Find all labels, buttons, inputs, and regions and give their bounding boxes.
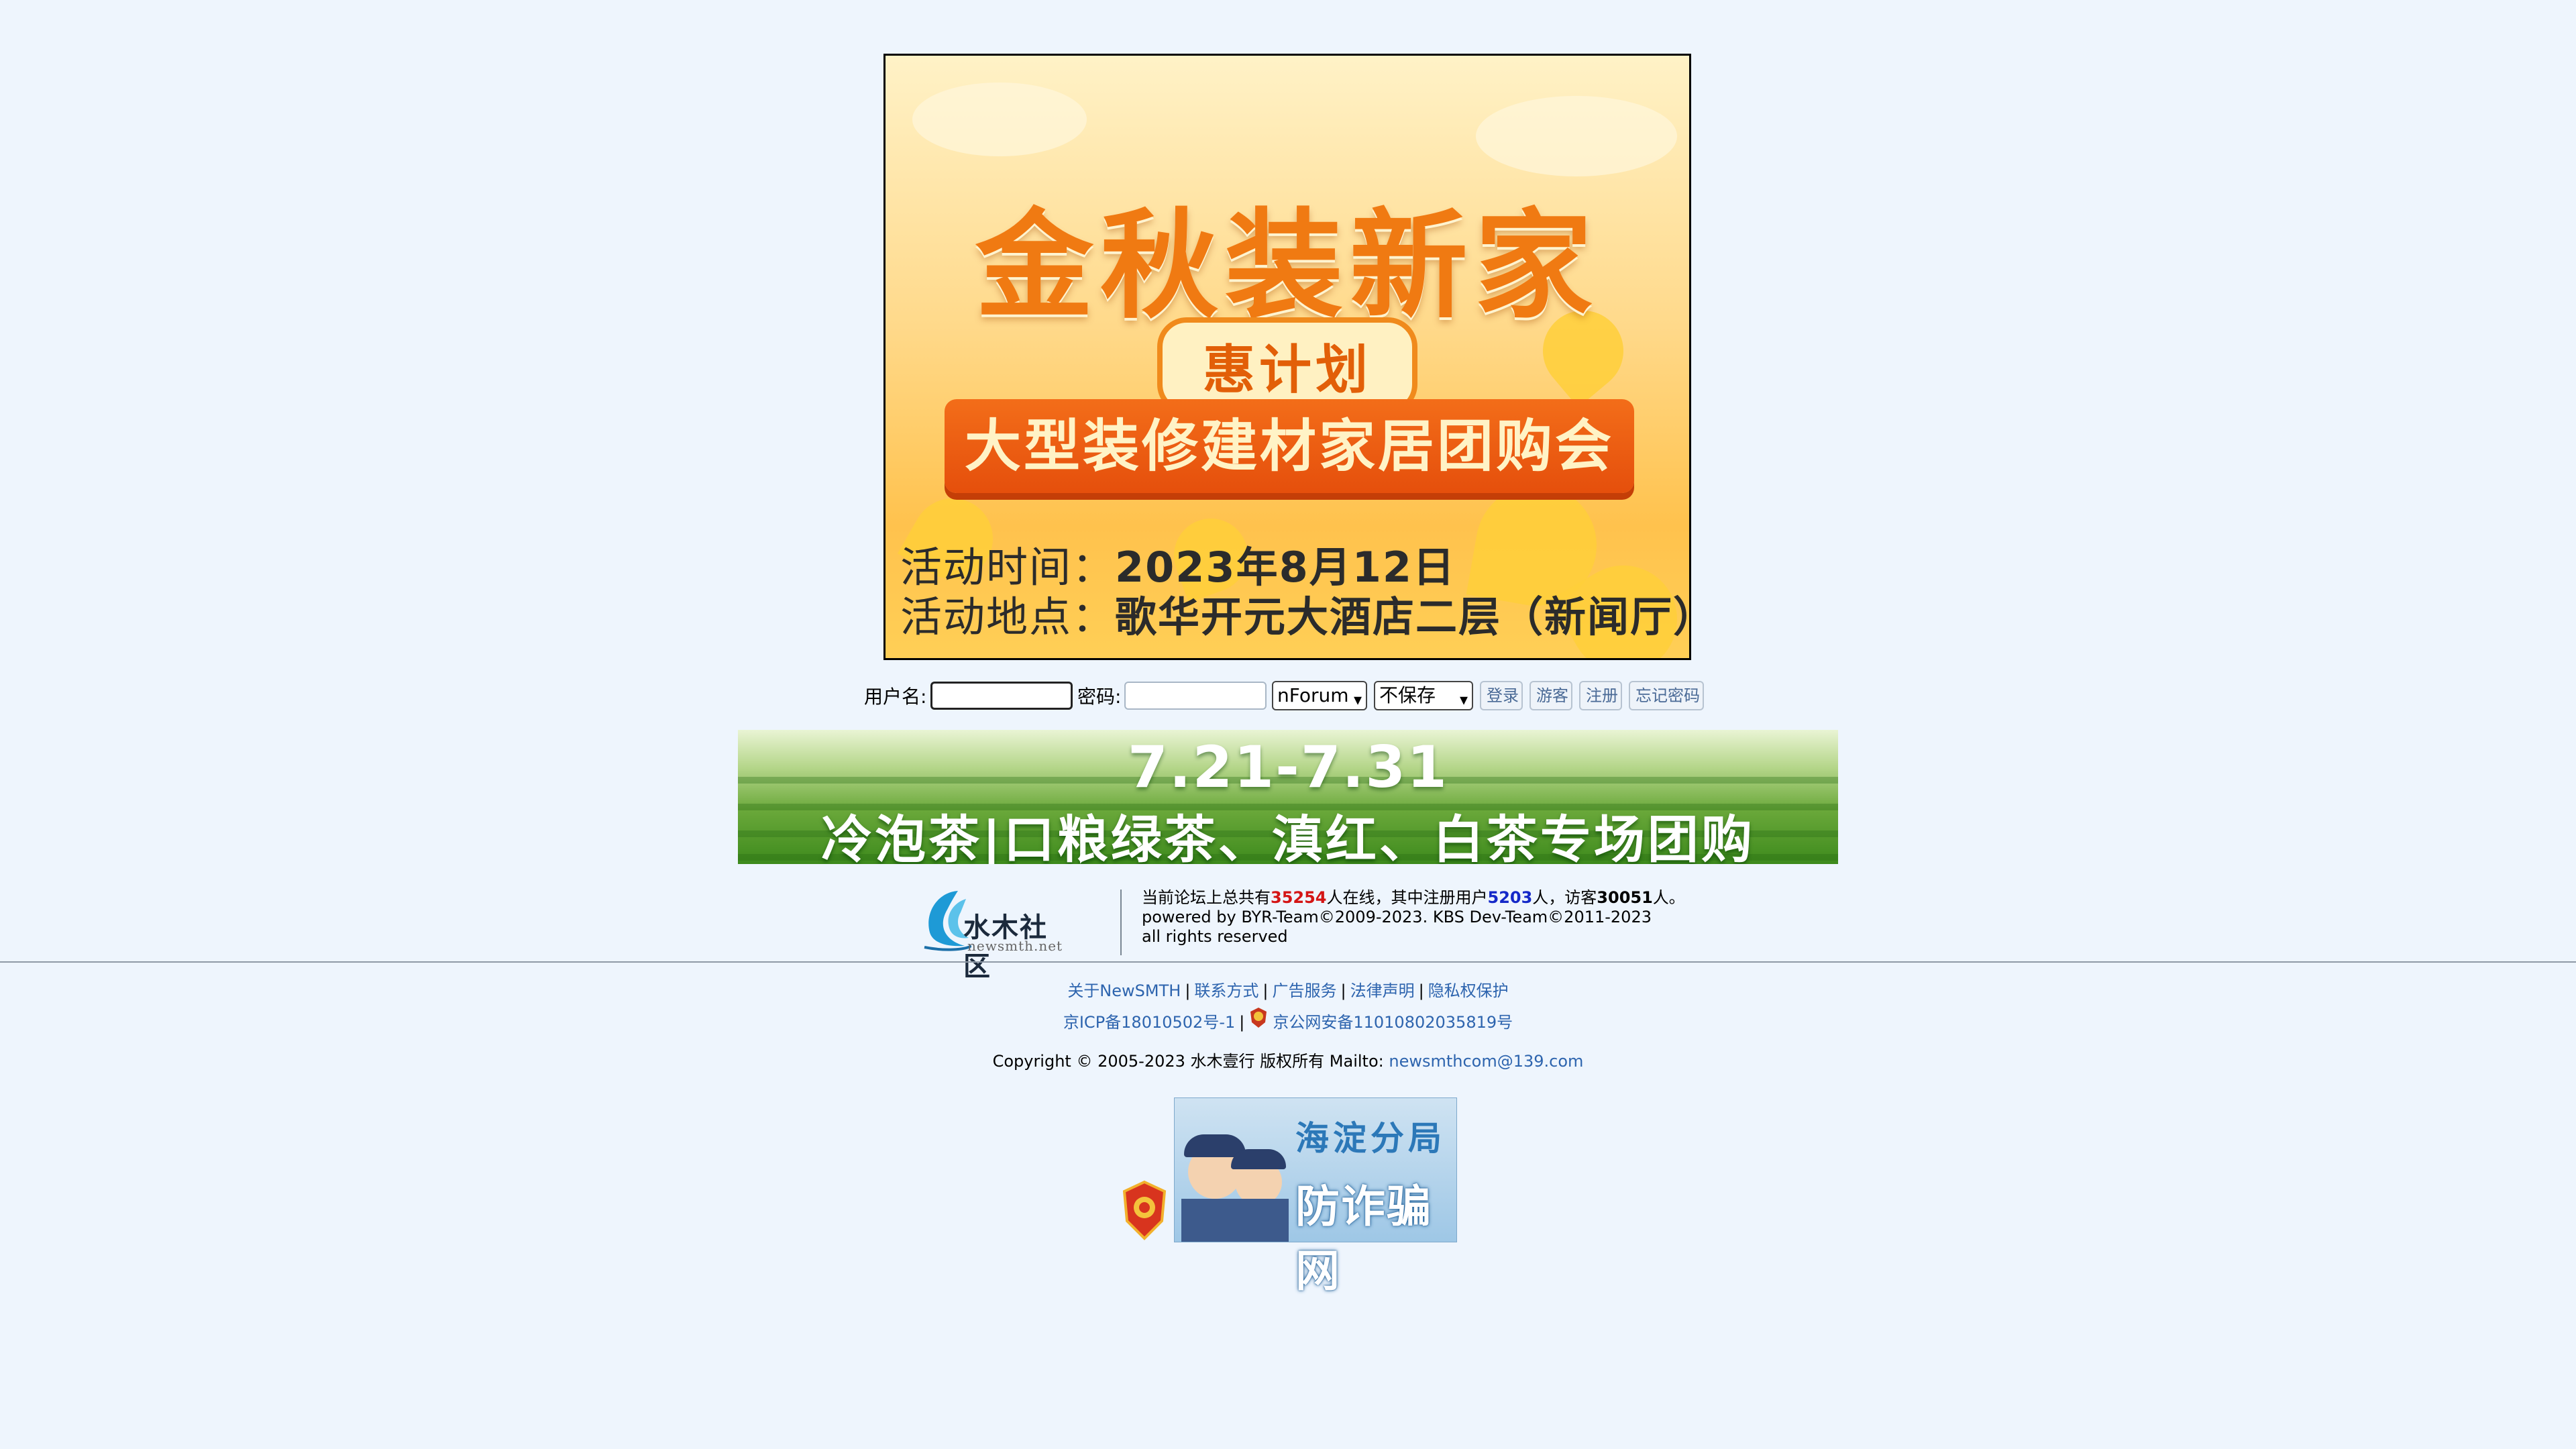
stats-mid-text: 人在线，其中注册用户 — [1326, 888, 1488, 907]
footer-links: 关于NewSMTH | 联系方式 | 广告服务 | 法律声明 | 隐私权保护 — [1067, 981, 1509, 1000]
chevron-down-icon: ▾ — [1353, 690, 1362, 709]
cloud-decoration — [1476, 96, 1677, 176]
password-label: 密码: — [1077, 686, 1122, 708]
anti-fraud-board: 海淀分局 防诈骗网 — [1174, 1097, 1457, 1297]
police-uniform — [1181, 1199, 1289, 1242]
tea-group-buy-banner[interactable]: 7.21-7.31 冷泡茶|口粮绿茶、滇红、白茶专场团购 — [738, 730, 1838, 864]
event-place-label: 活动地点： — [900, 592, 1116, 641]
footer-link-about[interactable]: 关于NewSMTH — [1067, 981, 1181, 1000]
copyright-text: Copyright © 2005-2023 水木壹行 版权所有 Mailto: — [992, 1052, 1389, 1071]
stats-prefix: 当前论坛上总共有 — [1142, 888, 1271, 907]
tea-banner-date: 7.21-7.31 — [1127, 734, 1449, 801]
logo-subtext: newsmth.net — [967, 938, 1063, 954]
event-place: 活动地点：歌华开元大酒店二层（新闻厅） — [900, 583, 1691, 643]
register-button[interactable]: 注册 — [1579, 681, 1622, 710]
police-cap — [1231, 1149, 1286, 1169]
save-session-select[interactable]: 不保存 ▾ — [1374, 681, 1473, 710]
guest-button[interactable]: 游客 — [1529, 681, 1572, 710]
login-button[interactable]: 登录 — [1480, 681, 1523, 710]
cloud-decoration — [912, 83, 1087, 156]
chevron-down-icon: ▾ — [1459, 690, 1468, 709]
footer-link-ads[interactable]: 广告服务 — [1273, 981, 1337, 1000]
autumn-home-ad-banner[interactable]: 金秋装新家 惠计划 大型装修建材家居团购会 活动时间：2023年8月12日 活动… — [883, 54, 1691, 660]
username-input[interactable] — [930, 682, 1073, 710]
banner-title: 金秋装新家 — [975, 196, 1599, 335]
footer-link-contact[interactable]: 联系方式 — [1194, 981, 1258, 1000]
banner-ribbon: 大型装修建材家居团购会 — [945, 399, 1634, 493]
stats-suffix: 人。 — [1652, 888, 1685, 907]
username-label: 用户名: — [864, 686, 927, 708]
forum-mode-value: nForum — [1277, 684, 1349, 706]
registered-online-count: 5203 — [1487, 888, 1533, 907]
public-security-link[interactable]: 京公网安备11010802035819号 — [1273, 1013, 1513, 1032]
event-place-value: 歌华开元大酒店二层（新闻厅） — [1115, 592, 1691, 641]
powered-by-text: powered by BYR-Team©2009-2023. KBS Dev-T… — [1142, 908, 1652, 926]
footer-link-legal[interactable]: 法律声明 — [1350, 981, 1415, 1000]
police-badge-icon — [1250, 1008, 1267, 1028]
footer-copyright: Copyright © 2005-2023 水木壹行 版权所有 Mailto: … — [0, 1048, 2576, 1071]
anti-fraud-banner[interactable]: 海淀分局 防诈骗网 — [1120, 1096, 1457, 1297]
guest-online-count: 30051 — [1597, 888, 1653, 907]
online-count-line: 当前论坛上总共有35254人在线，其中注册用户5203人，访客30051人。 — [1142, 888, 1685, 908]
footer-divider — [0, 961, 2576, 963]
footer-link-privacy[interactable]: 隐私权保护 — [1428, 981, 1509, 1000]
tea-banner-text: 冷泡茶|口粮绿茶、滇红、白茶专场团购 — [821, 810, 1755, 864]
password-input[interactable] — [1124, 682, 1267, 710]
forgot-password-button[interactable]: 忘记密码 — [1629, 681, 1704, 710]
save-session-value: 不保存 — [1379, 684, 1436, 706]
police-shield-icon — [1122, 1180, 1167, 1240]
rights-text: all rights reserved — [1142, 927, 1288, 946]
info-divider — [1120, 890, 1122, 955]
total-online-count: 35254 — [1271, 888, 1327, 907]
stats-mid-text: 人，访客 — [1532, 888, 1597, 907]
newsmth-logo: 水木社区 newsmth.net — [912, 885, 1071, 982]
anti-fraud-subtitle: 防诈骗网 — [1295, 1181, 1432, 1297]
online-stats: 当前论坛上总共有35254人在线，其中注册用户5203人，访客30051人。 p… — [1142, 888, 1685, 947]
login-form: 用户名: 密码: nForum ▾ 不保存 ▾ 登录 游客 注册 忘记密码 — [864, 680, 1736, 713]
anti-fraud-title: 海淀分局 — [1295, 1119, 1446, 1158]
mailto-link[interactable]: newsmthcom@139.com — [1389, 1052, 1583, 1071]
footer-registration: 京ICP备18010502号-1 | 京公网安备11010802035819号 — [0, 1006, 2576, 1032]
icp-link[interactable]: 京ICP备18010502号-1 — [1063, 1013, 1235, 1032]
forum-mode-select[interactable]: nForum ▾ — [1272, 681, 1367, 710]
